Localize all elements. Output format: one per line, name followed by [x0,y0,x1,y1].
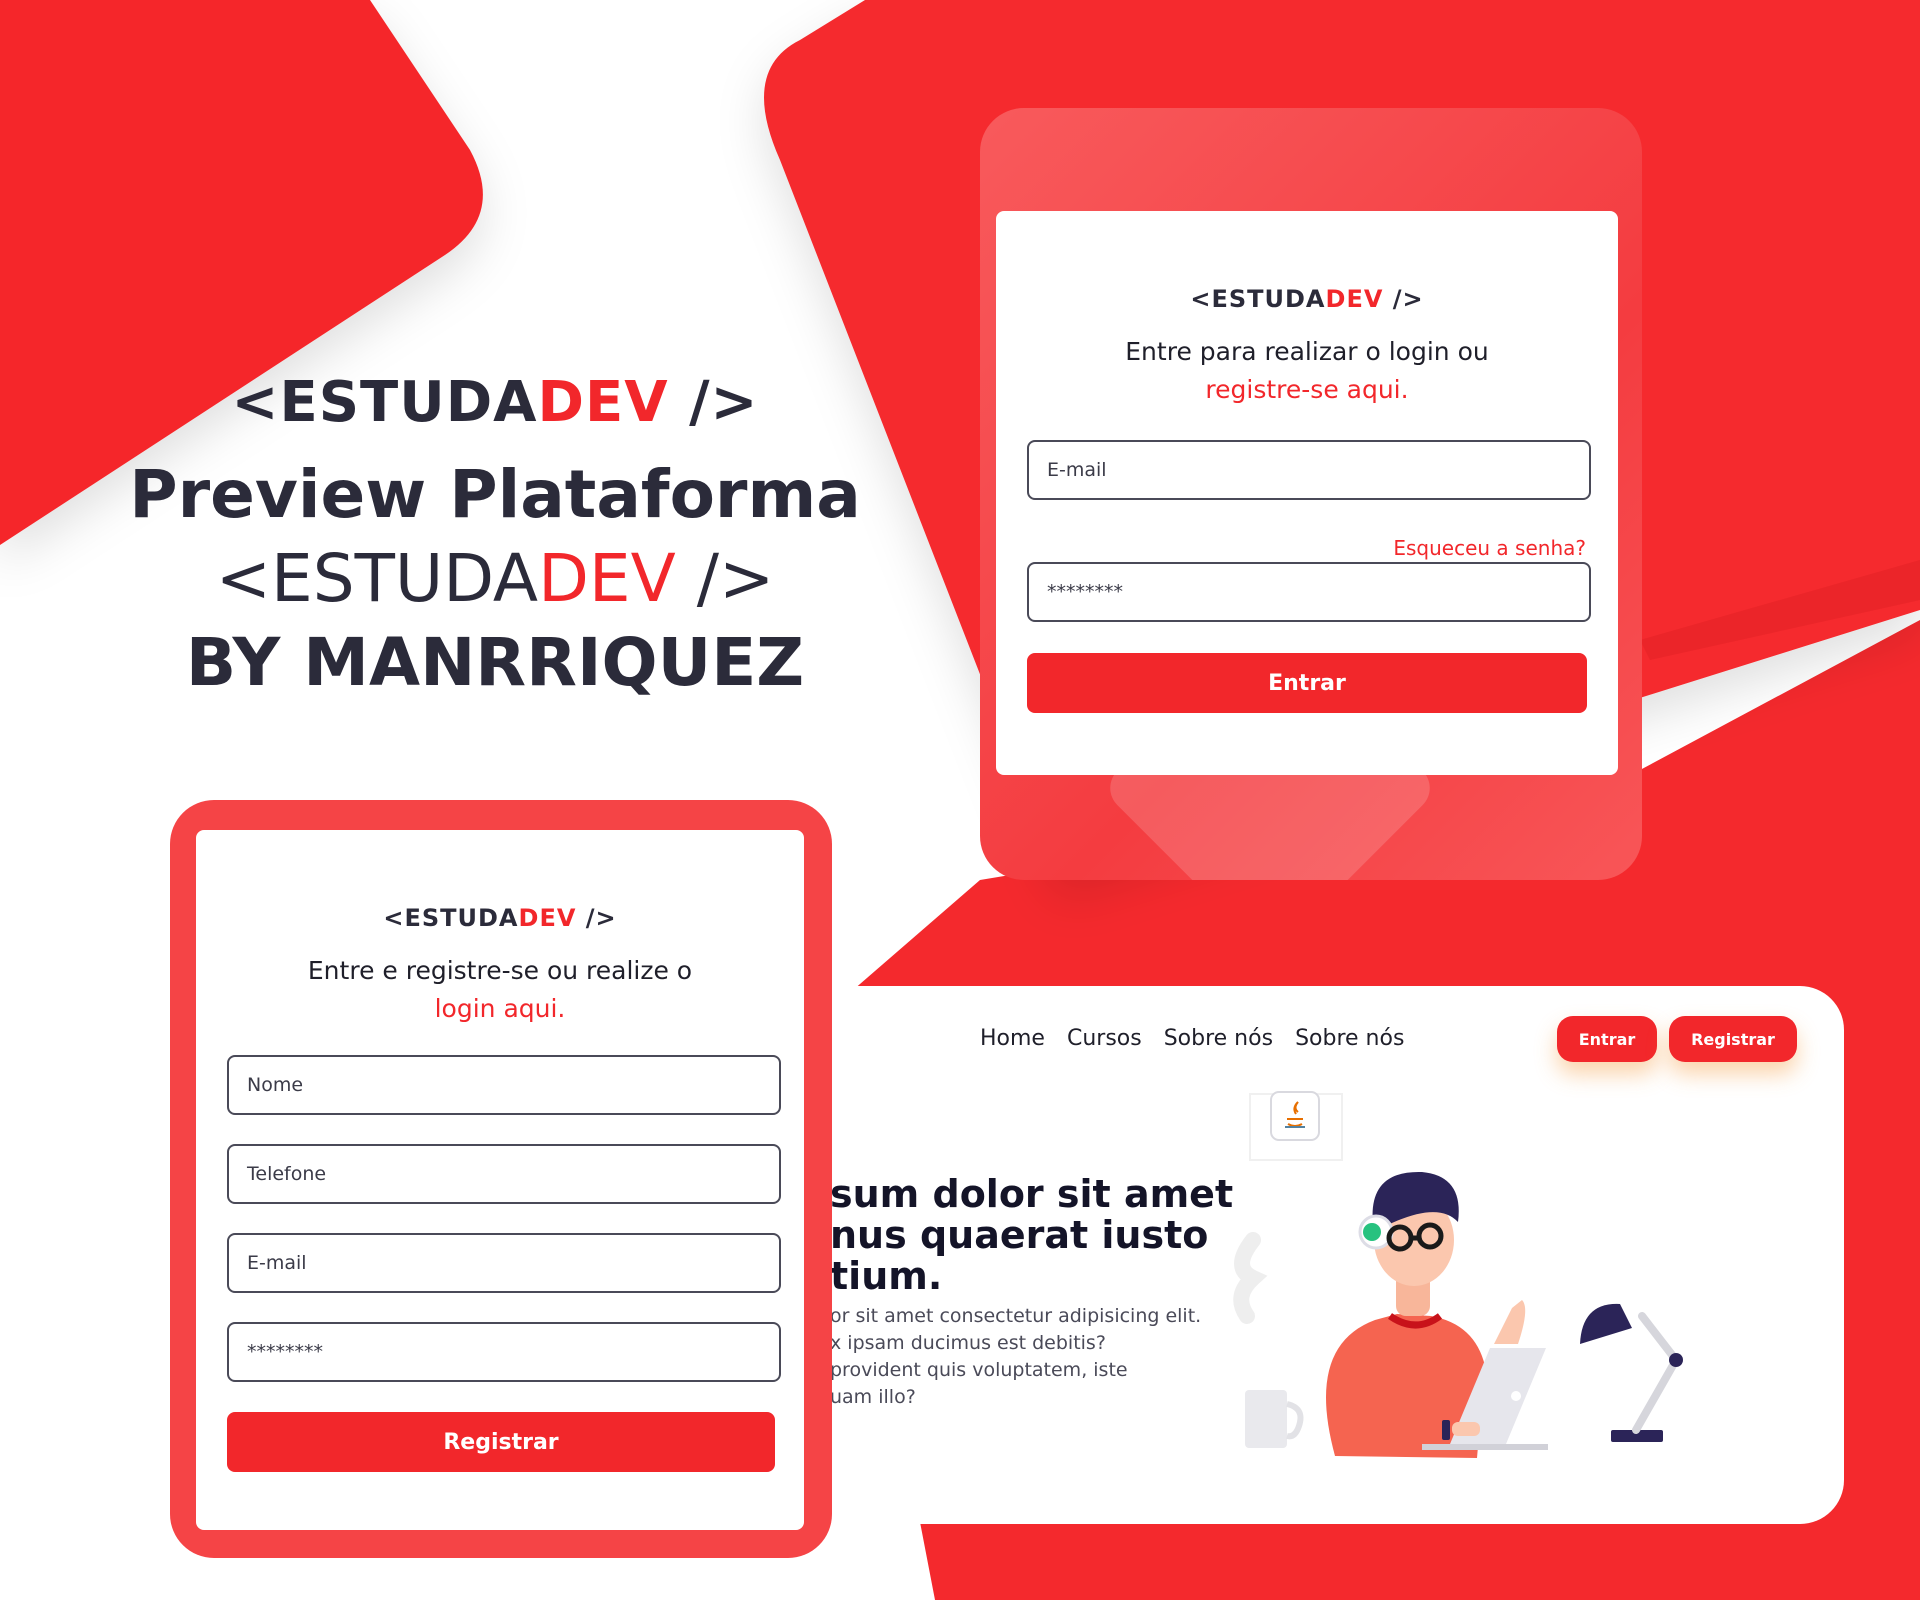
landing-body-2: x ipsam ducimus est debitis? [830,1332,1106,1354]
password-input[interactable]: ******** [227,1322,781,1382]
nav-item-cursos[interactable]: Cursos [1067,1026,1142,1051]
hero-logo: <ESTUDADEV /> [40,370,950,435]
logo-text: <ESTUDA [231,370,538,435]
hero-title-logo-open: <ESTUDA [215,540,539,617]
logo-accent: DEV [537,370,669,435]
register-link[interactable]: registre-se aqui. [996,371,1618,409]
logo-text: <ESTUDA [383,904,519,932]
landing-preview: Home Cursos Sobre nós Sobre nós Entrar R… [830,986,1844,1524]
login-submit-button[interactable]: Entrar [1027,653,1587,713]
landing-hero-text: sum dolor sit amet nus quaerat iusto tiu… [830,1172,1234,1411]
landing-body-3: provident quis voluptatem, iste [830,1359,1128,1381]
login-lead: Entre para realizar o login ou [1125,337,1489,366]
login-card: <ESTUDADEV /> Entre para realizar o logi… [996,211,1618,775]
register-lead-block: Entre e registre-se ou realize o login a… [196,952,804,1028]
landing-body-1: or sit amet consectetur adipisicing elit… [830,1305,1202,1327]
landing-nav: Home Cursos Sobre nós Sobre nós [980,1026,1404,1051]
register-logo: <ESTUDADEV /> [196,904,804,932]
landing-headline-1: sum dolor sit amet [830,1172,1234,1216]
nav-item-sobre-2[interactable]: Sobre nós [1295,1026,1404,1051]
register-lead: Entre e registre-se ou realize o [307,956,693,985]
landing-headline-2: nus quaerat iusto [830,1213,1209,1257]
login-lead-block: Entre para realizar o login ou registre-… [996,333,1618,409]
register-card: <ESTUDADEV /> Entre e registre-se ou rea… [196,830,804,1530]
hero-title-logo-accent: DEV [538,540,676,617]
logo-close: /> [576,904,617,932]
forgot-password-link[interactable]: Esqueceu a senha? [1393,536,1586,560]
hero-section: <ESTUDADEV /> Preview Plataforma <ESTUDA… [40,370,950,705]
phone-input[interactable]: Telefone [227,1144,781,1204]
desk-lamp-icon [1580,1303,1683,1442]
coffee-mug-icon [1233,1232,1304,1448]
hero-title-logo-close: /> [675,540,775,617]
logo-close: /> [668,370,759,435]
name-input[interactable]: Nome [227,1055,781,1115]
logo-text: <ESTUDA [1190,285,1326,313]
logo-accent: DEV [518,904,577,932]
register-submit-button[interactable]: Registrar [227,1412,775,1472]
nav-register-button[interactable]: Registrar [1669,1016,1797,1062]
hero-title-author: BY MANRRIQUEZ [185,624,805,701]
register-preview-frame: <ESTUDADEV /> Entre e registre-se ou rea… [170,800,832,1558]
logo-accent: DEV [1325,285,1384,313]
hero-title-logo: <ESTUDADEV /> [40,537,950,621]
java-icon [1249,1091,1343,1161]
login-logo: <ESTUDADEV /> [996,285,1618,313]
password-input[interactable]: ******** [1027,562,1591,622]
landing-body-4: uam illo? [830,1386,916,1408]
email-input[interactable]: E-mail [227,1233,781,1293]
hero-title-line1: Preview Plataforma [129,456,861,533]
login-preview-frame: <ESTUDADEV /> Entre para realizar o logi… [980,108,1642,880]
nav-login-button[interactable]: Entrar [1557,1016,1657,1062]
nav-item-sobre[interactable]: Sobre nós [1164,1026,1273,1051]
login-link[interactable]: login aqui. [196,990,804,1028]
nav-item-home[interactable]: Home [980,1026,1045,1051]
email-input[interactable]: E-mail [1027,440,1591,500]
logo-close: /> [1383,285,1424,313]
landing-headline-3: tium. [830,1254,943,1298]
